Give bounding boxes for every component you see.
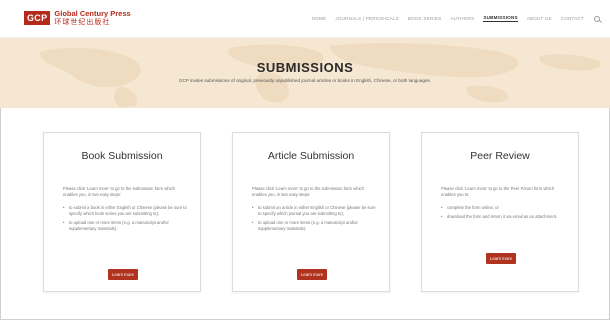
card-title: Peer Review [470, 150, 530, 162]
card-bullet-list: to submit an article in either English o… [252, 205, 376, 235]
logo-mark: GCP [24, 11, 51, 25]
search-icon[interactable] [594, 15, 600, 22]
list-item: complete the form online; or [441, 205, 565, 211]
card-description: Please click 'Learn more' to go to the s… [63, 186, 175, 197]
list-item: to upload one or more items (e.g. a manu… [63, 220, 187, 232]
nav-book-series[interactable]: BOOK SERIES [408, 16, 442, 21]
nav-about-us[interactable]: ABOUT US [527, 16, 552, 21]
nav-home[interactable]: HOME [312, 16, 327, 21]
card-bullet-list: to submit a book in either English or Ch… [63, 205, 187, 235]
site-header: GCP Global Century Press 环球世纪出版社 HOME JO… [0, 0, 610, 38]
hero-banner: SUBMISSIONS GCP invites submissions of o… [0, 38, 610, 108]
logo-name-en: Global Century Press [54, 9, 131, 18]
card-description: Please click 'Learn more' to go to the P… [441, 186, 555, 197]
site-logo[interactable]: GCP Global Century Press 环球世纪出版社 [24, 9, 131, 27]
card-peer-review: Peer Review Please click 'Learn more' to… [421, 132, 579, 292]
card-description: Please click 'Learn more' to go to the s… [252, 186, 364, 197]
learn-more-button[interactable]: Learn more [486, 253, 516, 264]
list-item: to submit a book in either English or Ch… [63, 205, 187, 217]
page-title: SUBMISSIONS [256, 60, 354, 75]
logo-name-zh: 环球世纪出版社 [54, 18, 111, 26]
card-article-submission: Article Submission Please click 'Learn m… [232, 132, 390, 292]
nav-submissions[interactable]: SUBMISSIONS [483, 15, 518, 22]
list-item: to submit an article in either English o… [252, 205, 376, 217]
card-title: Article Submission [267, 150, 355, 162]
main-nav: HOME JOURNALS | PERIODICALS BOOK SERIES … [303, 15, 600, 22]
card-title: Book Submission [81, 150, 163, 162]
learn-more-button[interactable]: Learn more [108, 269, 138, 280]
card-bullet-list: complete the form online; or download th… [441, 205, 565, 223]
logo-text: Global Century Press 环球世纪出版社 [54, 9, 130, 27]
card-book-submission: Book Submission Please click 'Learn more… [43, 132, 201, 292]
nav-authors[interactable]: AUTHORS [450, 16, 474, 21]
list-item: download the form and return it via emai… [441, 214, 565, 220]
nav-contact[interactable]: CONTACT [561, 16, 584, 21]
list-item: to upload one or more items (e.g. a manu… [252, 220, 376, 232]
learn-more-button[interactable]: Learn more [297, 269, 327, 280]
page-subtitle: GCP invites submissions of original, pre… [178, 78, 432, 83]
nav-journals[interactable]: JOURNALS | PERIODICALS [335, 16, 399, 21]
